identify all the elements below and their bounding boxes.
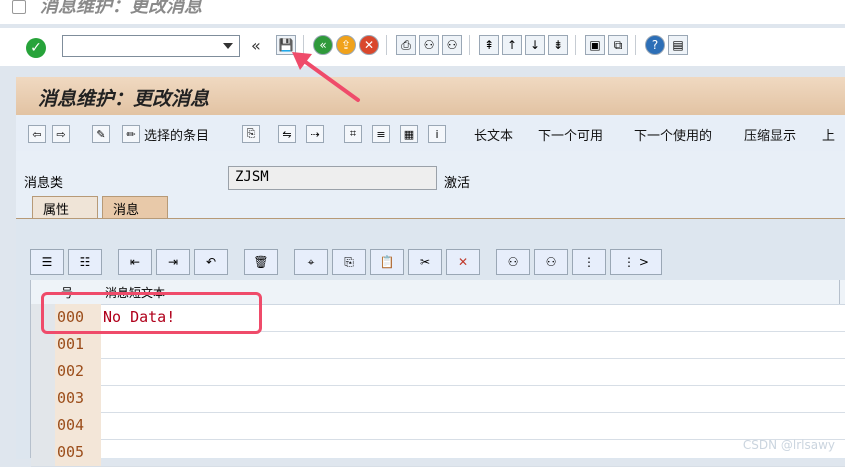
new-session-icon[interactable]: ▣ bbox=[585, 35, 605, 55]
next-page-icon[interactable]: ↓ bbox=[525, 35, 545, 55]
row-selector[interactable] bbox=[31, 439, 56, 466]
tab-attributes[interactable]: 属性 bbox=[32, 196, 98, 218]
long-text-button[interactable]: 长文本 bbox=[474, 125, 513, 144]
copy-icon[interactable]: ⎘ bbox=[332, 249, 366, 275]
stack-icon[interactable]: ≡ bbox=[372, 125, 390, 143]
binoculars-plus-icon[interactable]: ⚇ bbox=[442, 35, 462, 55]
info-icon[interactable]: i bbox=[428, 125, 446, 143]
compress-display-button[interactable]: 压缩显示 bbox=[744, 125, 796, 144]
table-row[interactable]: 003 bbox=[31, 385, 845, 413]
message-number[interactable]: 003 bbox=[55, 385, 101, 412]
table-row[interactable]: 001 bbox=[31, 331, 845, 359]
printer-icon[interactable]: ⎙ bbox=[396, 35, 416, 55]
insert-row-icon[interactable]: ⇤ bbox=[118, 249, 152, 275]
next-available-button[interactable]: 下一个可用 bbox=[538, 125, 603, 144]
trash-icon[interactable]: 🗑 bbox=[244, 249, 278, 275]
tree-icon[interactable]: ⋮ bbox=[572, 249, 606, 275]
first-page-icon[interactable]: ⇞ bbox=[479, 35, 499, 55]
more-button[interactable]: ⋮ > bbox=[610, 249, 662, 275]
standard-toolbar: ✓ « 💾 « ⇪ ✕ ⎙ ⚇ ⚇ ⇞ ↑ ↓ ⇟ ▣ ⧉ ? ▤ bbox=[0, 28, 845, 66]
watermark: CSDN @lrlsawy bbox=[742, 438, 835, 452]
window-titlebar: 消息维护：更改消息 bbox=[0, 0, 845, 24]
command-field[interactable] bbox=[62, 35, 240, 57]
detail-icon[interactable]: ☰ bbox=[30, 249, 64, 275]
page-title-band: 消息维护：更改消息 bbox=[16, 77, 845, 115]
select-entry-button[interactable]: 选择的条目 bbox=[144, 125, 209, 144]
pencil-icon[interactable]: ✏ bbox=[122, 125, 140, 143]
append-row-icon[interactable]: ⇥ bbox=[156, 249, 190, 275]
tab-messages[interactable]: 消息 bbox=[102, 196, 168, 218]
row-selector[interactable] bbox=[31, 358, 56, 385]
chevron-down-icon[interactable] bbox=[223, 43, 233, 49]
row-selector[interactable] bbox=[31, 412, 56, 439]
row-selector[interactable] bbox=[31, 331, 56, 358]
edit-icon bbox=[12, 0, 26, 14]
annotation-highlight-box bbox=[41, 292, 262, 334]
table-icon[interactable]: ▦ bbox=[400, 125, 418, 143]
delete-icon[interactable]: ✕ bbox=[446, 249, 480, 275]
message-number[interactable]: 002 bbox=[55, 358, 101, 385]
last-page-icon[interactable]: ⇟ bbox=[548, 35, 568, 55]
back-arrow-icon[interactable]: ⇦ bbox=[28, 125, 46, 143]
separator bbox=[386, 35, 389, 55]
page-title: 消息维护：更改消息 bbox=[38, 88, 210, 110]
application-toolbar: ⇦ ⇨ ✎ ✏ 选择的条目 ⎘ ⇋ ⇢ ⌗ ≡ ▦ i 长文本 下一个可用 下一… bbox=[16, 117, 845, 151]
table-row[interactable]: 004 bbox=[31, 412, 845, 440]
row-selector[interactable] bbox=[31, 385, 56, 412]
hierarchy-icon[interactable]: ⌗ bbox=[344, 125, 362, 143]
separator bbox=[469, 35, 472, 55]
message-number[interactable]: 005 bbox=[55, 439, 101, 466]
where-used-icon[interactable]: ⇋ bbox=[278, 125, 296, 143]
grid-toolbar: ☰ ☷ ⇤ ⇥ ↶ 🗑 ⌖ ⎘ 📋 ✂ ✕ ⚇ ⚇ ⋮ ⋮ > bbox=[30, 249, 662, 275]
check-icon: ✓ bbox=[30, 40, 42, 56]
separator bbox=[635, 35, 638, 55]
message-number[interactable]: 004 bbox=[55, 412, 101, 439]
shortcut-icon[interactable]: ⧉ bbox=[608, 35, 628, 55]
table-row[interactable]: 005 bbox=[31, 439, 845, 467]
next-used-button[interactable]: 下一个使用的 bbox=[634, 125, 712, 144]
find-next-icon[interactable]: ⚇ bbox=[534, 249, 568, 275]
undo-icon[interactable]: ↶ bbox=[194, 249, 228, 275]
detail-edit-icon[interactable]: ☷ bbox=[68, 249, 102, 275]
help-icon[interactable]: ? bbox=[645, 35, 665, 55]
ok-button[interactable]: ✓ bbox=[26, 38, 46, 58]
tree-expand-icon: ⋮ bbox=[623, 255, 636, 269]
transport-icon[interactable]: ⇢ bbox=[306, 125, 324, 143]
message-number[interactable]: 001 bbox=[55, 331, 101, 358]
monitor-icon[interactable]: ▤ bbox=[668, 35, 688, 55]
window-title: 消息维护：更改消息 bbox=[40, 0, 202, 17]
display-change-icon[interactable]: ✎ bbox=[92, 125, 110, 143]
column-edge bbox=[839, 280, 845, 304]
select-icon[interactable]: ⌖ bbox=[294, 249, 328, 275]
copy-icon[interactable]: ⎘ bbox=[242, 125, 260, 143]
collapse-toolbar-icon[interactable]: « bbox=[251, 36, 261, 55]
table-row[interactable]: 002 bbox=[31, 358, 845, 386]
annotation-arrow bbox=[292, 52, 360, 102]
message-class-row: 消息类 ZJSM 激活 bbox=[16, 163, 845, 197]
forward-arrow-icon[interactable]: ⇨ bbox=[52, 125, 70, 143]
main-area: 消息维护：更改消息 ⇦ ⇨ ✎ ✏ 选择的条目 ⎘ ⇋ ⇢ ⌗ ≡ ▦ i 长文… bbox=[16, 77, 845, 467]
previous-page-icon[interactable]: ↑ bbox=[502, 35, 522, 55]
command-input[interactable] bbox=[67, 37, 221, 57]
find-icon[interactable]: ⚇ bbox=[496, 249, 530, 275]
up-button[interactable]: 上 bbox=[822, 125, 835, 144]
message-class-field[interactable]: ZJSM bbox=[228, 166, 437, 190]
separator bbox=[575, 35, 578, 55]
paste-icon[interactable]: 📋 bbox=[370, 249, 404, 275]
status-text: 激活 bbox=[444, 176, 471, 191]
binoculars-icon[interactable]: ⚇ bbox=[419, 35, 439, 55]
message-class-label: 消息类 bbox=[24, 176, 64, 191]
cut-icon[interactable]: ✂ bbox=[408, 249, 442, 275]
